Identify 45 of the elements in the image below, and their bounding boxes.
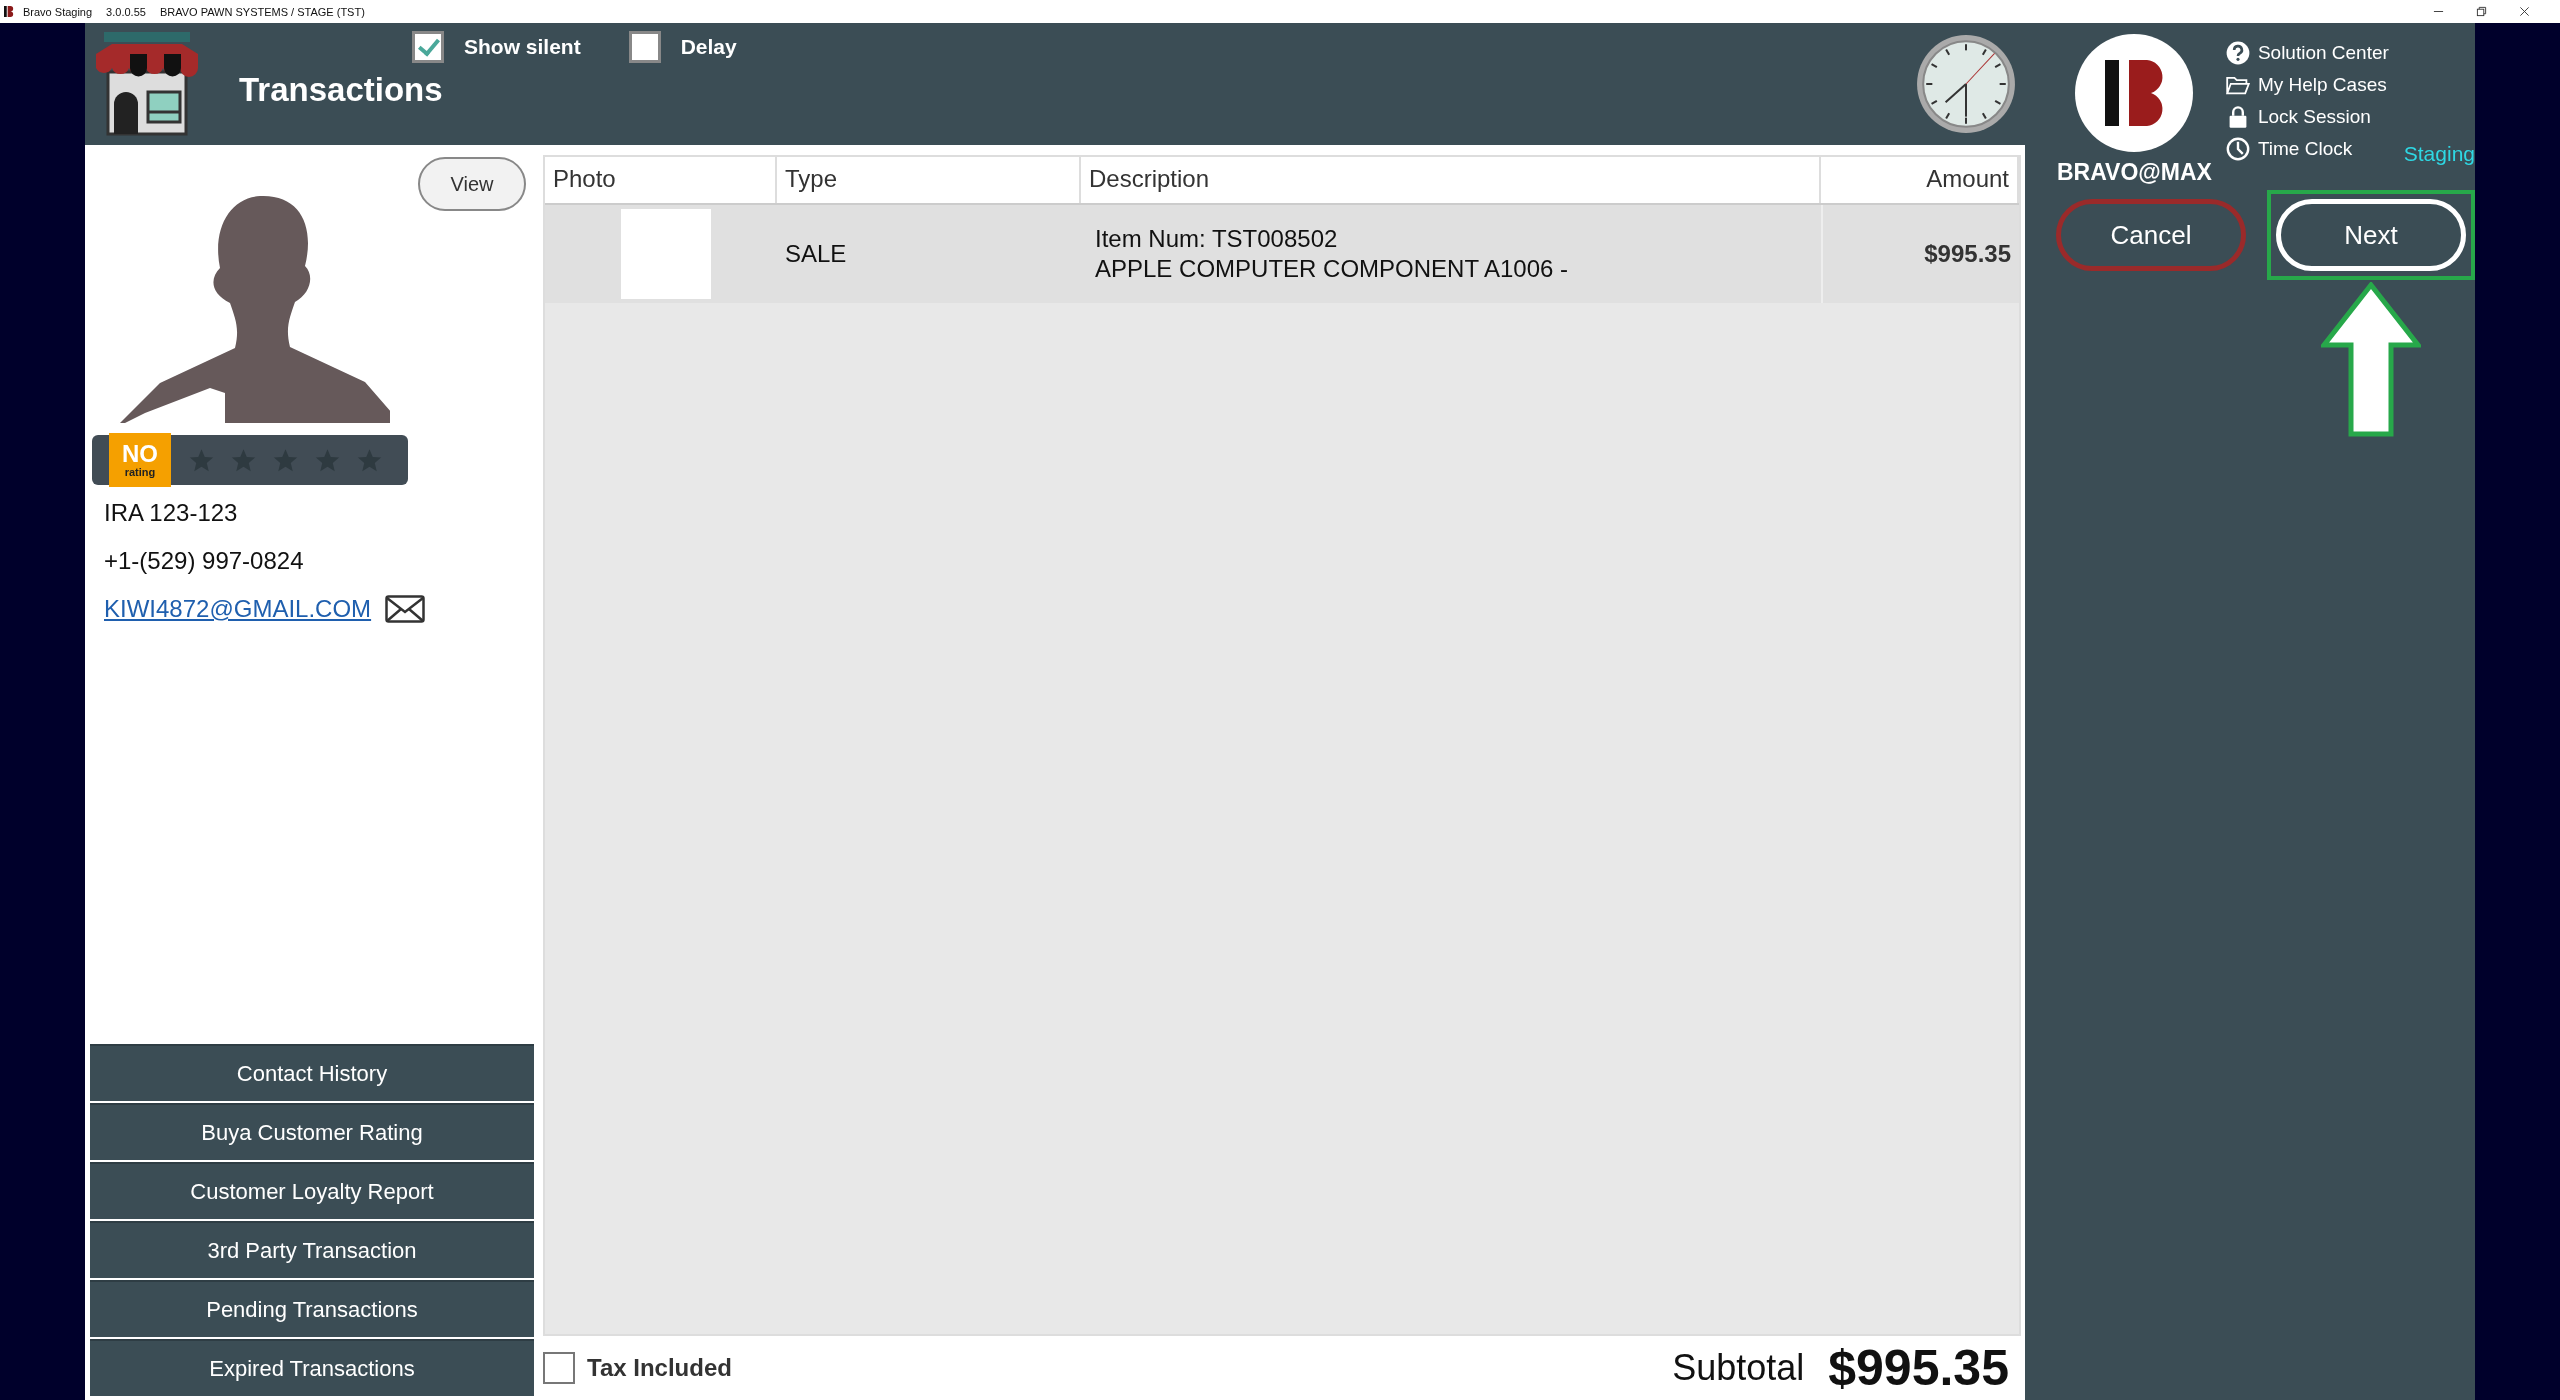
checkbox[interactable] <box>412 31 444 63</box>
clock-icon[interactable] <box>2225 137 2250 161</box>
page-title: Transactions <box>239 71 444 109</box>
app-name: Bravo Staging <box>23 5 93 18</box>
next-button[interactable]: Next <box>2276 199 2466 271</box>
type-cell: SALE <box>785 240 847 268</box>
no-rating-badge: NO rating <box>109 433 171 487</box>
customer-action-button[interactable]: Buya Customer Rating <box>90 1103 534 1160</box>
customer-action-button[interactable]: Contact History <box>90 1044 534 1101</box>
environment-label: Staging <box>2403 142 2475 166</box>
close-icon[interactable] <box>2519 6 2530 17</box>
brand-name: BRAVO@MAX <box>2057 159 2212 186</box>
help-link[interactable]: Lock Session <box>2225 105 2389 129</box>
help-link[interactable]: Time Clock <box>2225 137 2389 161</box>
help-link[interactable]: My Help Cases <box>2225 73 2389 97</box>
checkbox-label[interactable]: Show silent <box>464 35 581 59</box>
checkbox-label[interactable]: Tax Included <box>587 1354 732 1382</box>
restore-icon[interactable] <box>2476 6 2487 17</box>
view-button[interactable]: View <box>418 157 526 211</box>
checkbox-label[interactable]: Delay <box>680 35 737 59</box>
help-icon[interactable] <box>2225 41 2250 65</box>
subtotal-value: $995.35 <box>1828 1339 2009 1397</box>
email-link[interactable]: KIWI4872@GMAIL.COM <box>104 595 372 623</box>
app-logo-icon <box>4 5 15 18</box>
customer-action-button[interactable]: Customer Loyalty Report <box>90 1162 534 1219</box>
cancel-button[interactable]: Cancel <box>2056 199 2246 271</box>
checkbox[interactable] <box>628 31 661 63</box>
customer-action-button[interactable]: Pending Transactions <box>90 1280 534 1337</box>
brand-logo-icon <box>2074 33 2195 153</box>
customer-action-button[interactable]: Expired Transactions <box>90 1339 534 1396</box>
wall-clock-icon <box>1915 33 2017 135</box>
person-silhouette-icon <box>120 193 390 423</box>
up-arrow-icon <box>2321 282 2421 437</box>
customer-name: IRA 123-123 <box>104 499 239 528</box>
description-line: APPLE COMPUTER COMPONENT A1006 - <box>1095 255 1568 283</box>
customer-action-button[interactable]: 3rd Party Transaction <box>90 1221 534 1278</box>
amount-cell: $995.35 <box>1924 240 2011 268</box>
help-link[interactable]: Solution Center <box>2225 41 2389 65</box>
description-line: Item Num: TST008502 <box>1095 225 1338 253</box>
checkbox[interactable] <box>543 1352 575 1384</box>
customer-phone: +1-(529) 997-0824 <box>104 547 305 576</box>
subtotal-label: Subtotal <box>1672 1347 1805 1389</box>
environment-name: BRAVO PAWN SYSTEMS / STAGE (TST) <box>159 5 365 18</box>
app-version: 3.0.0.55 <box>106 5 146 18</box>
envelope-icon[interactable] <box>385 595 426 623</box>
